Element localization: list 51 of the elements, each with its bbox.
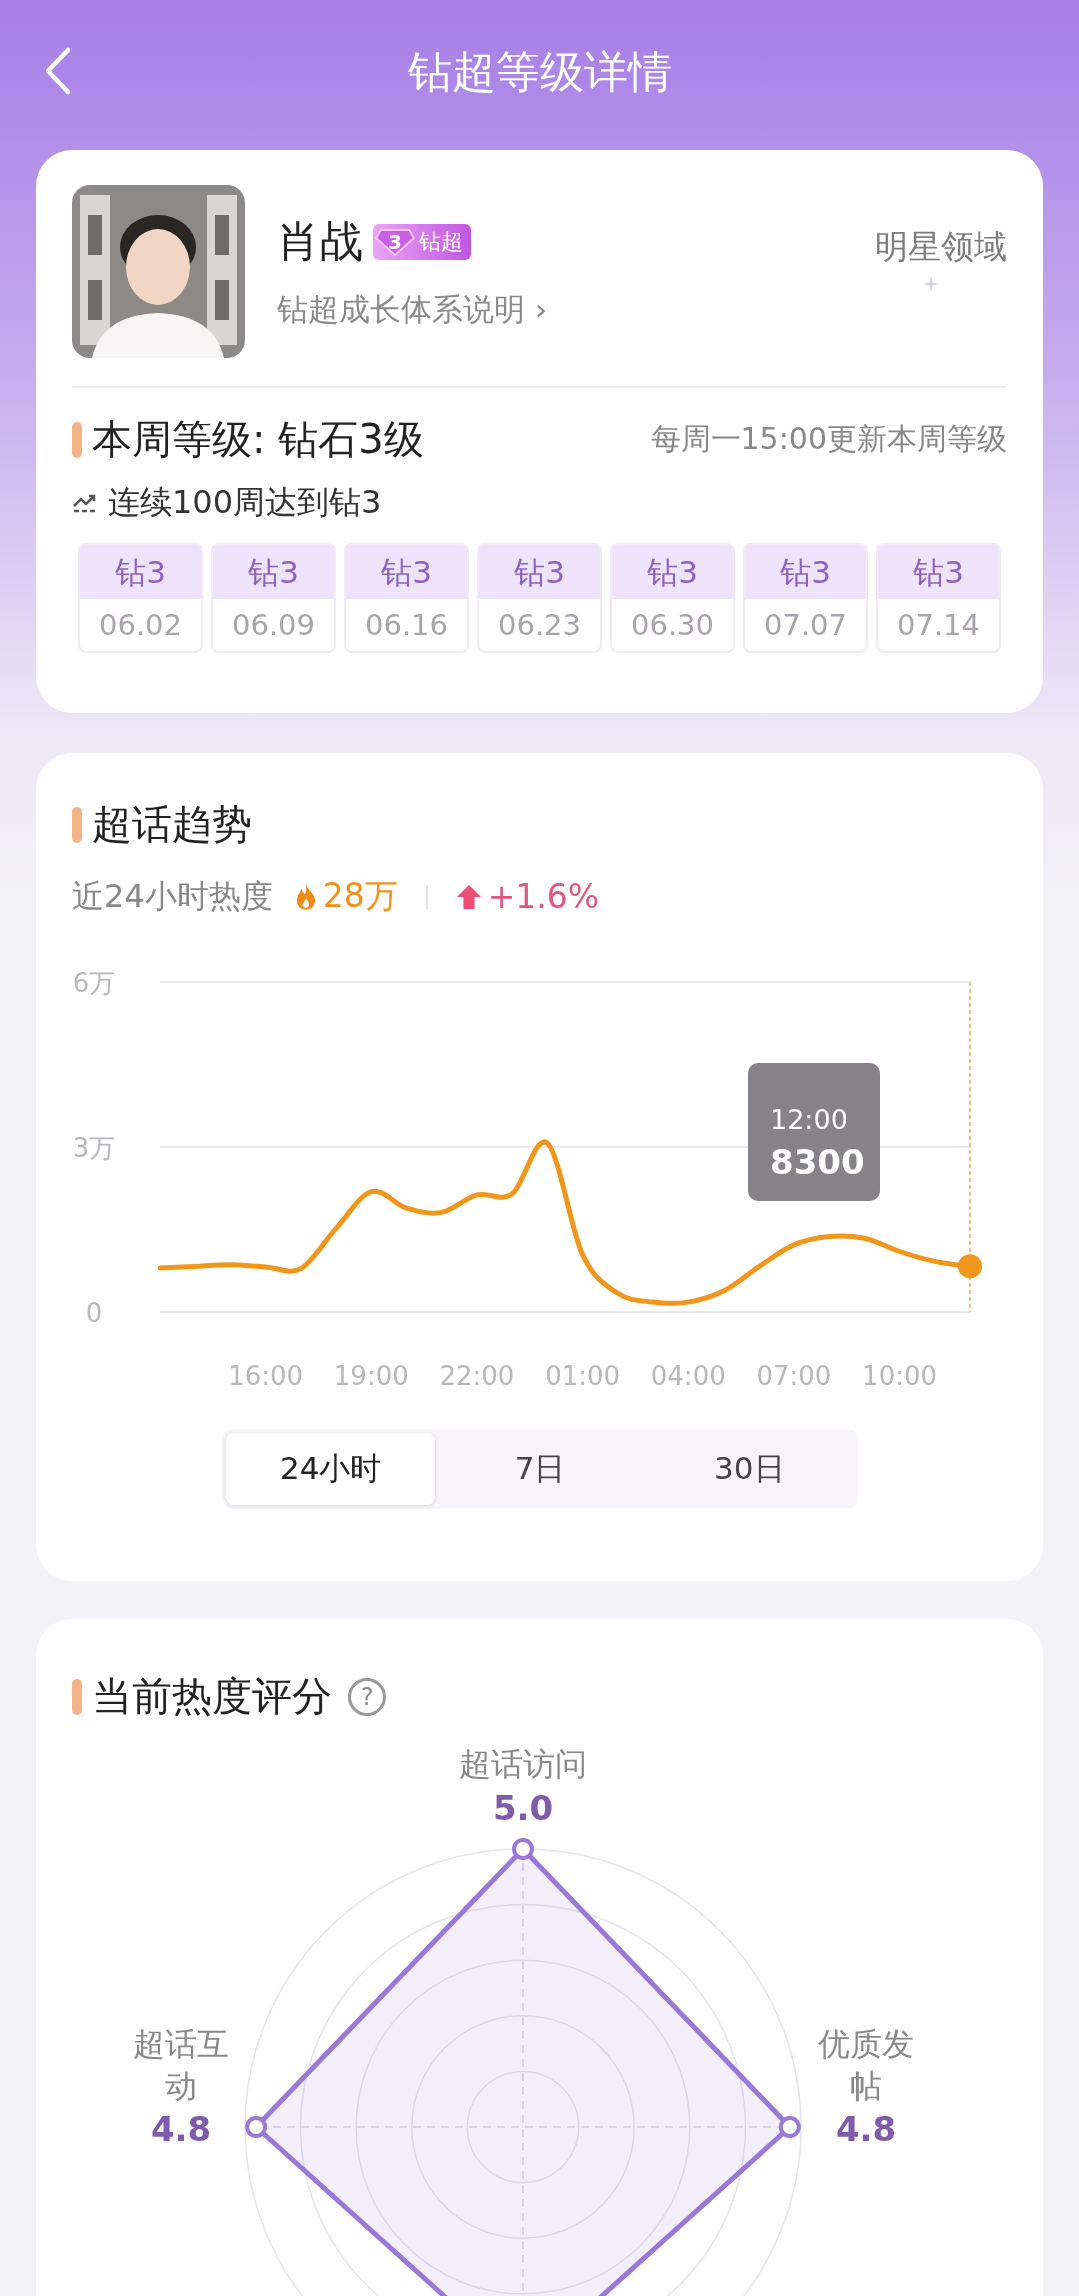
tier-badge: 3 钻超 (373, 224, 471, 260)
range-tab[interactable]: 24小时 (226, 1433, 436, 1505)
sparkle-icon (923, 276, 939, 292)
data-point (958, 1254, 982, 1279)
axis-label: 3万 (72, 1133, 116, 1163)
week-tile: 钻3 07.14 (876, 543, 1001, 653)
axis-label: 01:00 (545, 1361, 621, 1391)
axis-score: 4.8 (149, 2109, 213, 2150)
axis-score: 5.0 (491, 1787, 555, 1828)
update-note: 每周一15:00更新本周等级 (650, 420, 1007, 458)
domain-label: 明星领域 (875, 226, 1007, 268)
range-tab[interactable]: 7日 (435, 1433, 645, 1505)
score-point (245, 2116, 268, 2138)
heat-value: 28万 (322, 875, 398, 917)
axis-label: 22:00 (439, 1361, 515, 1391)
week-tile: 钻3 06.23 (477, 543, 602, 653)
axis-label: 0 (85, 1298, 103, 1328)
section-marker (72, 1678, 82, 1715)
axis-name: 超话访问 (458, 1744, 588, 1785)
score-point (778, 2116, 801, 2138)
axis-label: 19:00 (333, 1361, 409, 1391)
up-arrow-icon (455, 883, 482, 910)
week-tile: 钻3 07.07 (743, 543, 868, 653)
axis-label: 07:00 (756, 1361, 832, 1391)
help-icon[interactable]: ? (348, 1677, 386, 1716)
week-tile: 钻3 06.30 (610, 543, 735, 653)
axis-label: 6万 (72, 968, 116, 998)
axis-label: 16:00 (228, 1361, 304, 1391)
axis-score: 4.8 (834, 2109, 898, 2150)
axis-name: 优质发帖 (817, 2024, 915, 2107)
change-percent: +1.6% (487, 877, 600, 916)
section-marker (72, 806, 82, 843)
axis-label: 04:00 (650, 1361, 726, 1391)
section-title: 超话趋势 (92, 800, 252, 849)
section-title: 当前热度评分 (92, 1672, 332, 1721)
week-tile: 钻3 06.09 (211, 543, 336, 653)
tooltip: 12:00 8300 (748, 1063, 880, 1201)
score-point (512, 1838, 534, 1860)
trend-icon (72, 493, 98, 513)
level-title: 本周等级: 钻石3级 (92, 415, 425, 464)
week-tile: 钻3 06.16 (344, 543, 469, 653)
axis-label: 10:00 (862, 1361, 938, 1391)
axis-name: 超话互动 (132, 2024, 230, 2107)
section-marker (72, 421, 82, 458)
week-tile: 钻3 06.02 (78, 543, 203, 653)
page-title: 钻超等级详情 (407, 44, 672, 99)
range-tab[interactable]: 30日 (644, 1433, 854, 1505)
heat-label: 近24小时热度 (72, 875, 273, 917)
streak-text: 连续100周达到钻3 (108, 482, 382, 523)
star-name: 肖战 (277, 215, 363, 268)
flame-icon (294, 882, 317, 911)
